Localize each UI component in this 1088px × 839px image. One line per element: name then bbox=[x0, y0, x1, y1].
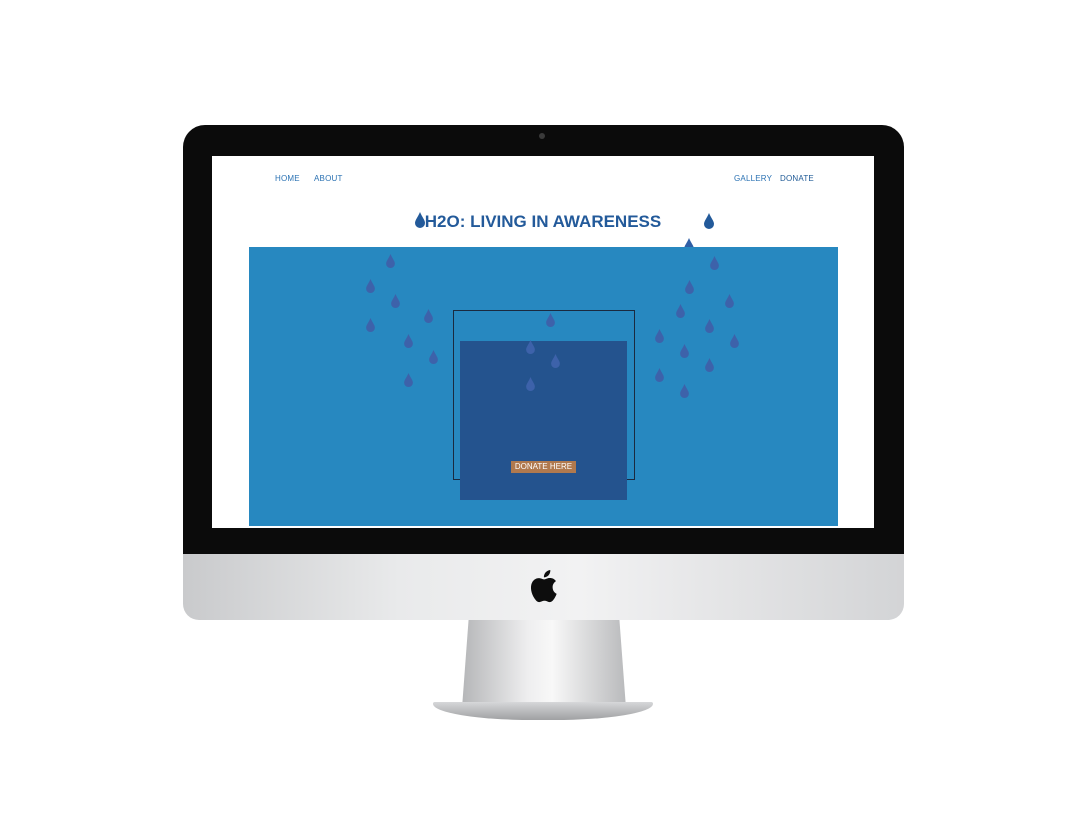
water-drop-icon bbox=[725, 294, 734, 308]
water-drop-icon bbox=[680, 384, 689, 398]
page-title: H2O: LIVING IN AWARENESS bbox=[424, 212, 662, 231]
hero-banner: DONATE HERE bbox=[249, 247, 838, 526]
water-drop-icon bbox=[680, 344, 689, 358]
monitor-chin bbox=[183, 554, 904, 620]
water-drop-icon bbox=[705, 358, 714, 372]
water-drop-icon bbox=[424, 309, 433, 323]
nav-donate[interactable]: DONATE bbox=[780, 174, 814, 183]
hero-panel bbox=[460, 341, 627, 500]
water-drop-icon bbox=[366, 279, 375, 293]
water-drop-icon bbox=[429, 350, 438, 364]
monitor-stand-base bbox=[433, 702, 653, 720]
nav-home[interactable]: HOME bbox=[275, 174, 300, 183]
water-drop-icon bbox=[705, 319, 714, 333]
water-drop-icon bbox=[404, 373, 413, 387]
water-drop-icon bbox=[526, 377, 535, 391]
nav-about[interactable]: ABOUT bbox=[314, 174, 343, 183]
water-drop-icon bbox=[730, 334, 739, 348]
water-drop-icon bbox=[551, 354, 560, 368]
water-drop-icon bbox=[546, 313, 555, 327]
water-drop-icon bbox=[676, 304, 685, 318]
water-drop-icon bbox=[655, 329, 664, 343]
water-drop-icon bbox=[366, 318, 375, 332]
website-screen: HOME ABOUT GALLERY DONATE H2O: LIVING IN… bbox=[212, 156, 874, 528]
nav-gallery[interactable]: GALLERY bbox=[734, 174, 772, 183]
camera-icon bbox=[539, 133, 545, 139]
donate-here-button[interactable]: DONATE HERE bbox=[511, 461, 576, 473]
water-drop-icon bbox=[526, 340, 535, 354]
water-drop-icon bbox=[710, 256, 719, 270]
water-drop-icon bbox=[704, 213, 714, 229]
water-drop-icon bbox=[391, 294, 400, 308]
apple-logo-icon bbox=[530, 570, 557, 603]
water-drop-icon bbox=[386, 254, 395, 268]
monitor-stand bbox=[462, 620, 626, 708]
water-drop-icon bbox=[655, 368, 664, 382]
water-drop-icon bbox=[404, 334, 413, 348]
water-drop-icon bbox=[685, 280, 694, 294]
